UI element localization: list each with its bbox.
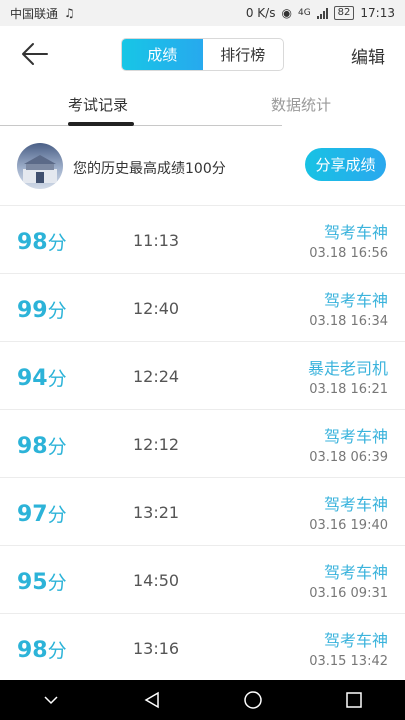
tab-bar: 考试记录 数据统计 [0, 82, 405, 127]
record-score-value: 94 [17, 366, 48, 391]
record-title: 驾考车神 [323, 427, 388, 446]
record-duration: 14:50 [133, 571, 180, 590]
record-score: 98分 [17, 636, 67, 663]
avatar-image [23, 155, 57, 183]
record-score: 98分 [17, 228, 67, 255]
record-row[interactable]: 98分 13:16 驾考车神 03.15 13:42 [0, 614, 405, 682]
nav-collapse-button[interactable] [31, 680, 71, 720]
record-score-value: 99 [17, 298, 48, 323]
record-score-unit: 分 [47, 300, 67, 322]
record-score-unit: 分 [47, 504, 67, 526]
triangle-back-icon [144, 691, 159, 709]
record-duration: 12:12 [133, 435, 180, 454]
record-title: 驾考车神 [323, 495, 388, 514]
status-bar: 中国联通 ♫ 0 K/s ◉ 4G 82 17:13 [0, 0, 405, 26]
record-row[interactable]: 99分 12:40 驾考车神 03.18 16:34 [0, 274, 405, 342]
record-title: 驾考车神 [323, 631, 388, 650]
record-row[interactable]: 95分 14:50 驾考车神 03.16 09:31 [0, 546, 405, 614]
record-date: 03.18 16:34 [309, 314, 388, 329]
segment-control: 成绩 排行榜 [121, 38, 284, 71]
back-button[interactable] [20, 40, 50, 68]
network-type: 4G [297, 8, 311, 18]
record-date: 03.18 06:39 [309, 450, 388, 465]
record-row[interactable]: 94分 12:24 暴走老司机 03.18 16:21 [0, 342, 405, 410]
record-score: 99分 [17, 296, 67, 323]
record-title: 驾考车神 [323, 563, 388, 582]
record-score: 94分 [17, 364, 67, 391]
tab-divider [0, 125, 282, 126]
record-score-value: 98 [17, 434, 48, 459]
record-row[interactable]: 97分 13:21 驾考车神 03.16 19:40 [0, 478, 405, 546]
record-score-unit: 分 [47, 232, 67, 254]
record-score-value: 97 [17, 502, 48, 527]
signal-icon [316, 7, 328, 19]
record-score-unit: 分 [47, 640, 67, 662]
record-duration: 12:40 [133, 299, 180, 318]
segment-ranking[interactable]: 排行榜 [203, 39, 284, 70]
clock: 17:13 [360, 6, 395, 20]
tab-statistics[interactable]: 数据统计 [271, 94, 331, 115]
record-score-value: 98 [17, 638, 48, 663]
record-score: 97分 [17, 500, 67, 527]
record-date: 03.18 16:56 [309, 246, 388, 261]
record-score: 95分 [17, 568, 67, 595]
record-title: 驾考车神 [323, 291, 388, 310]
record-date: 03.15 13:42 [309, 654, 388, 669]
top-bar: 成绩 排行榜 编辑 [0, 26, 405, 82]
eye-icon: ◉ [281, 6, 292, 20]
share-score-button[interactable]: 分享成绩 [305, 148, 386, 181]
edit-button[interactable]: 编辑 [351, 43, 385, 68]
best-score-text: 您的历史最高成绩100分 [73, 161, 226, 177]
home-circle-icon [244, 691, 262, 709]
record-score-unit: 分 [47, 436, 67, 458]
record-title: 驾考车神 [323, 223, 388, 242]
record-row[interactable]: 98分 12:12 驾考车神 03.18 06:39 [0, 410, 405, 478]
segment-scores[interactable]: 成绩 [122, 39, 203, 70]
system-nav-bar [0, 680, 405, 720]
music-icon: ♫ [64, 6, 75, 20]
nav-recents-button[interactable] [334, 680, 374, 720]
record-duration: 13:16 [133, 639, 180, 658]
record-score-unit: 分 [47, 572, 67, 594]
best-score-summary: 您的历史最高成绩100分 分享成绩 [0, 127, 405, 206]
record-row[interactable]: 98分 11:13 驾考车神 03.18 16:56 [0, 206, 405, 274]
record-title: 暴走老司机 [307, 359, 388, 378]
exam-record-list: 98分 11:13 驾考车神 03.18 16:56 99分 12:40 驾考车神 03.18… [0, 206, 405, 682]
record-score-value: 95 [17, 570, 48, 595]
record-date: 03.16 09:31 [309, 586, 388, 601]
chevron-down-icon [44, 696, 58, 705]
record-duration: 13:21 [133, 503, 180, 522]
network-speed: 0 K/s [245, 6, 276, 20]
record-score: 98分 [17, 432, 67, 459]
record-score-unit: 分 [47, 368, 67, 390]
recents-square-icon [346, 692, 363, 708]
record-duration: 11:13 [133, 231, 180, 250]
record-score-value: 98 [17, 230, 48, 255]
back-arrow-icon [22, 43, 48, 65]
carrier-label: 中国联通 [10, 6, 59, 21]
nav-back-button[interactable] [132, 680, 172, 720]
record-date: 03.18 16:21 [309, 382, 388, 397]
record-duration: 12:24 [133, 367, 180, 386]
tab-exam-records[interactable]: 考试记录 [68, 94, 128, 115]
record-date: 03.16 19:40 [309, 518, 388, 533]
active-tab-indicator [68, 122, 134, 126]
avatar[interactable] [17, 143, 63, 189]
nav-home-button[interactable] [233, 680, 273, 720]
battery-icon: 82 [333, 6, 355, 20]
